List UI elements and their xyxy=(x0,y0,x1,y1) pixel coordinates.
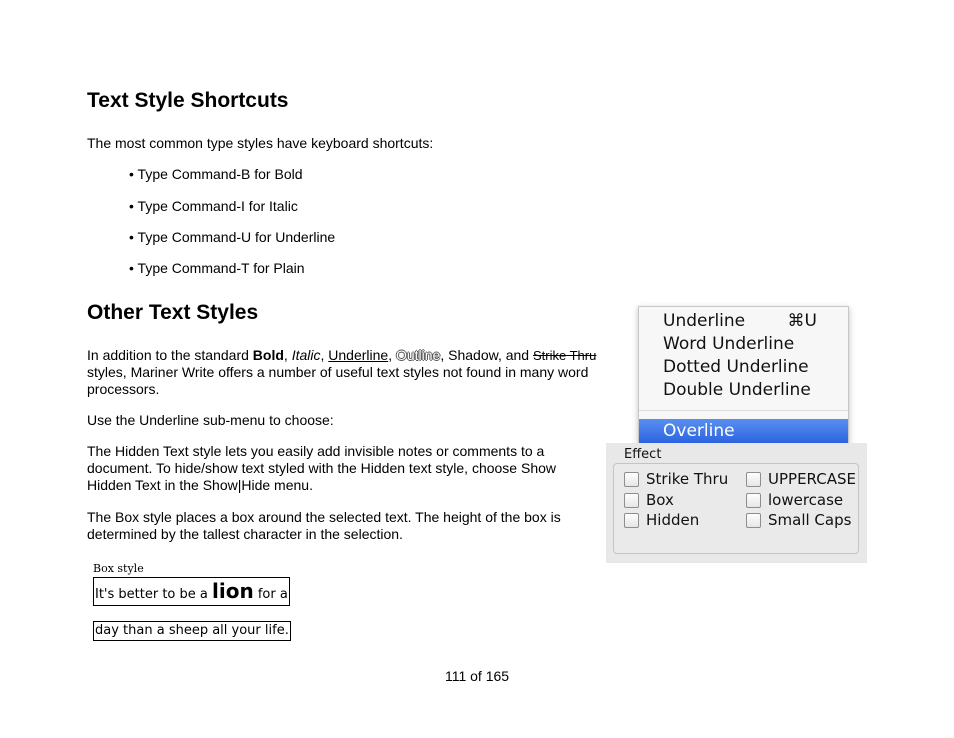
menu-separator xyxy=(639,410,848,411)
section-heading-text-style-shortcuts: Text Style Shortcuts xyxy=(87,89,289,112)
menu-item-overline[interactable]: Overline xyxy=(639,419,848,444)
checkbox-icon xyxy=(624,493,639,508)
separator: , Shadow, and xyxy=(440,347,533,363)
para-lead: In addition to the standard xyxy=(87,347,253,363)
box-sample-line-1: It's better to be a lion for a xyxy=(93,577,290,606)
menu-item-label: Underline xyxy=(663,311,746,331)
checkbox-icon xyxy=(746,493,761,508)
checkbox-label: Box xyxy=(646,491,674,509)
underline-submenu: Underline ⌘U Word Underline Dotted Under… xyxy=(638,306,849,446)
checkbox-icon xyxy=(624,472,639,487)
outline-sample: Outline xyxy=(395,347,441,363)
separator: , xyxy=(283,347,292,363)
shortcuts-intro: The most common type styles have keyboar… xyxy=(87,135,434,151)
bullet-bold: • Type Command-B for Bold xyxy=(129,166,303,182)
hidden-text-paragraph: The Hidden Text style lets you easily ad… xyxy=(87,443,556,493)
bullet-underline: • Type Command-U for Underline xyxy=(129,229,336,245)
box-sample-text: for a xyxy=(253,587,288,602)
para-tail: styles, Mariner Write offers a number of… xyxy=(87,364,589,397)
effect-options-group: Strike Thru Box Hidden UPPERCASE lowerca… xyxy=(613,463,859,554)
styles-paragraph: In addition to the standard Bold, Italic… xyxy=(87,347,617,398)
menu-item-double-underline[interactable]: Double Underline xyxy=(663,379,811,402)
menu-item-label: Overline xyxy=(663,421,735,441)
italic-sample: Italic xyxy=(291,347,321,363)
menu-item-underline[interactable]: Underline ⌘U xyxy=(663,310,833,333)
effect-panel: Effect Strike Thru Box Hidden UPPERCASE … xyxy=(606,443,867,563)
checkbox-label: Small Caps xyxy=(768,511,852,529)
checkbox-icon xyxy=(746,513,761,528)
checkbox-label: Hidden xyxy=(646,511,700,529)
checkbox-icon xyxy=(746,472,761,487)
checkbox-icon xyxy=(624,513,639,528)
command-u-shortcut: ⌘U xyxy=(787,311,817,331)
strike-thru-sample: Strike Thru xyxy=(532,348,597,363)
checkbox-label: UPPERCASE xyxy=(768,470,856,488)
box-style-paragraph: The Box style places a box around the se… xyxy=(87,509,561,542)
section-heading-other-text-styles: Other Text Styles xyxy=(87,301,259,324)
box-sample-line-2: day than a sheep all your life. xyxy=(93,621,291,641)
page-number: 111 of 165 xyxy=(444,668,510,684)
menu-item-word-underline[interactable]: Word Underline xyxy=(663,333,794,356)
underline-sample: Underline xyxy=(328,347,389,363)
bold-sample: Bold xyxy=(252,347,284,363)
checkbox-label: Strike Thru xyxy=(646,470,729,488)
box-sample-lion: lion xyxy=(212,579,254,603)
separator: , xyxy=(388,347,396,363)
box-sample-text: It's better to be a xyxy=(95,587,212,602)
underline-submenu-text: Use the Underline sub-menu to choose: xyxy=(87,412,334,428)
box-style-caption: Box style xyxy=(93,562,144,575)
effect-panel-title: Effect xyxy=(624,447,662,462)
bullet-italic: • Type Command-I for Italic xyxy=(129,198,298,214)
menu-item-dotted-underline[interactable]: Dotted Underline xyxy=(663,356,809,379)
checkbox-label: lowercase xyxy=(768,491,844,509)
bullet-plain: • Type Command-T for Plain xyxy=(129,260,305,276)
